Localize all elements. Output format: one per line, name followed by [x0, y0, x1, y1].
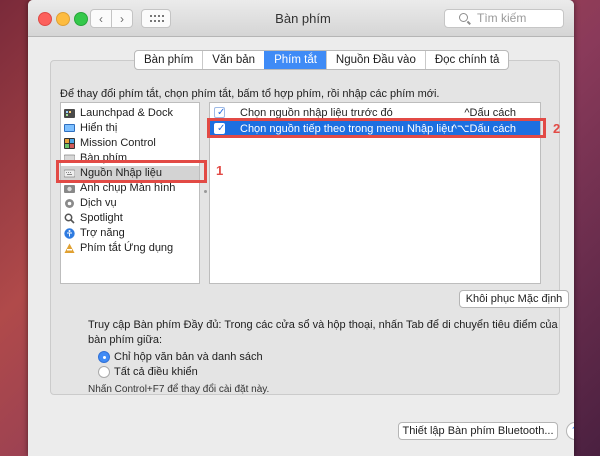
tab-keyboard[interactable]: Bàn phím: [135, 51, 202, 69]
launchpad-icon: [64, 109, 75, 118]
annotation-number-2: 2: [553, 121, 561, 136]
search-placeholder: Tìm kiếm: [477, 11, 527, 25]
grid-icon: [150, 15, 164, 23]
shortcut-checkbox[interactable]: ✓: [214, 107, 225, 118]
screenshot-icon: [64, 185, 75, 193]
show-all-button[interactable]: [141, 9, 171, 28]
chevron-left-icon: ‹: [99, 12, 103, 26]
search-icon: [459, 13, 468, 22]
tab-bar: Bàn phím Văn bản Phím tắt Nguồn Đầu vào …: [134, 50, 510, 70]
tab-text[interactable]: Văn bản: [202, 51, 264, 69]
annotation-box-2: [207, 118, 546, 138]
spotlight-icon: [64, 213, 75, 224]
tab-shortcuts[interactable]: Phím tắt: [264, 51, 326, 69]
help-button[interactable]: ?: [566, 422, 574, 440]
bluetooth-keyboard-button[interactable]: Thiết lập Bàn phím Bluetooth...: [398, 422, 558, 440]
tab-dictation[interactable]: Đọc chính tả: [424, 51, 509, 69]
accessibility-icon: [64, 228, 75, 239]
zoom-button[interactable]: [74, 12, 88, 26]
display-icon: [64, 124, 75, 132]
instructions-text: Để thay đổi phím tắt, chọn phím tắt, bấm…: [60, 88, 440, 100]
app-shortcuts-icon: [64, 243, 75, 253]
forward-button[interactable]: ›: [111, 9, 133, 28]
annotation-number-1: 1: [216, 163, 224, 178]
close-button[interactable]: [38, 12, 52, 26]
minimize-button[interactable]: [56, 12, 70, 26]
chevron-right-icon: ›: [120, 12, 124, 26]
tab-input-sources[interactable]: Nguồn Đầu vào: [325, 51, 425, 69]
control-f7-hint: Nhấn Control+F7 để thay đổi cài đặt này.: [88, 384, 270, 395]
category-list: Launchpad & Dock Hiển thị Mission Contro…: [60, 102, 200, 284]
mission-control-icon: [64, 138, 75, 149]
services-gear-icon: [65, 199, 74, 208]
keyboard-preferences-window: ‹ › Bàn phím Tìm kiếm Bàn phím Văn bản P…: [28, 0, 574, 456]
back-button[interactable]: ‹: [90, 9, 112, 28]
radio-dot: [98, 351, 110, 363]
radio-dot: [98, 366, 110, 378]
restore-defaults-button[interactable]: Khôi phục Mặc định: [459, 290, 569, 308]
title-bar: ‹ › Bàn phím Tìm kiếm: [28, 0, 574, 37]
annotation-box-1: [56, 160, 207, 183]
search-field[interactable]: Tìm kiếm: [444, 9, 564, 28]
window-title: Bàn phím: [275, 11, 331, 26]
full-keyboard-access-text: Truy cập Bàn phím Đầy đủ: Trong các cửa …: [88, 319, 558, 346]
